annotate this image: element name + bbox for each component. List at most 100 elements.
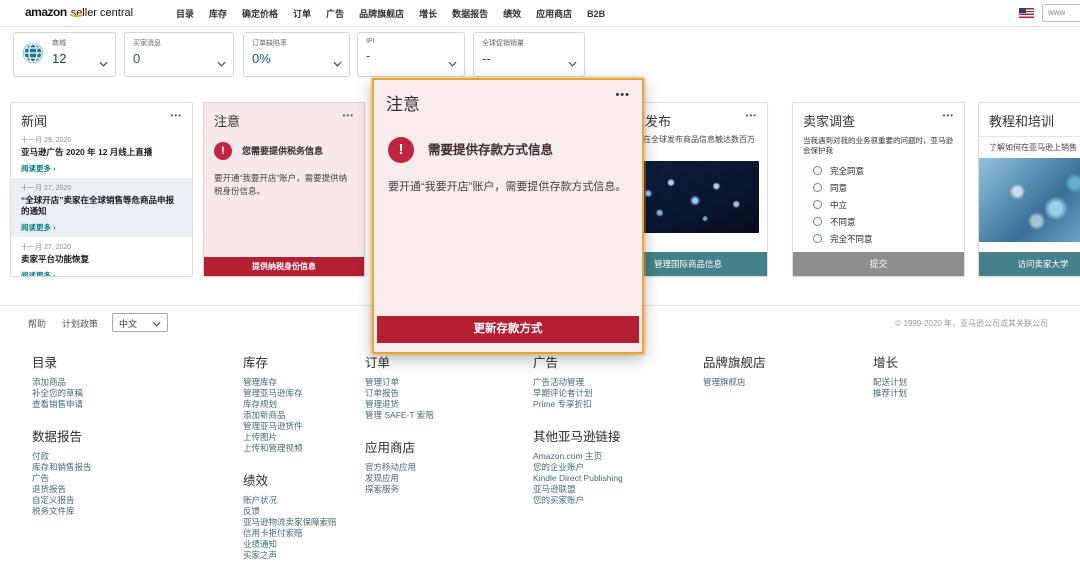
footer-link[interactable]: 付款: [32, 451, 212, 462]
footer-link[interactable]: 管理亚马逊货件: [243, 421, 373, 432]
news-title: 亚马逊广告 2020 年 12 月线上直播: [21, 147, 182, 158]
chevron-down-icon[interactable]: [217, 61, 226, 67]
footer-link[interactable]: 管理退货: [365, 399, 515, 410]
nav-item-appstore[interactable]: 应用商店: [536, 7, 572, 20]
footer-link[interactable]: Kindle Direct Publishing: [533, 473, 693, 484]
chevron-down-icon[interactable]: [568, 61, 577, 67]
footer-link[interactable]: 广告: [32, 473, 212, 484]
news-date: 十一月 27, 2020: [21, 242, 182, 252]
nav-item-inventory[interactable]: 库存: [209, 7, 227, 20]
read-more-link[interactable]: 阅读更多 ›: [21, 222, 56, 233]
kpi-tile-order-defect-rate[interactable]: 订单缺陷率 0%: [243, 32, 350, 77]
language-value: 中文: [119, 319, 137, 329]
help-link[interactable]: 帮助: [28, 317, 46, 330]
footer-link[interactable]: 推荐计划: [873, 388, 1003, 399]
survey-submit-button[interactable]: 提交: [793, 252, 964, 276]
footer-link[interactable]: 探索服务: [365, 484, 515, 495]
footer-link[interactable]: 信用卡拒付索赔: [243, 528, 373, 539]
footer-link[interactable]: 账户状况: [243, 495, 373, 506]
footer-link[interactable]: 早期评论者计划: [533, 388, 693, 399]
nav-item-advertising[interactable]: 广告: [326, 7, 344, 20]
nav-item-reports[interactable]: 数据报告: [452, 7, 488, 20]
amazon-logo[interactable]: amazon seller central: [25, 5, 133, 19]
footer-link[interactable]: 买家之声: [243, 550, 373, 561]
footer-link[interactable]: 补全您的草稿: [32, 388, 212, 399]
survey-option-strongly-disagree[interactable]: 完全不同意: [805, 230, 954, 247]
survey-option-neutral[interactable]: 中立: [805, 196, 954, 213]
footer-link[interactable]: 上传图片: [243, 432, 373, 443]
footer-link[interactable]: 管理旗舰店: [703, 377, 833, 388]
footer-group-title: 库存: [243, 352, 373, 371]
update-deposit-method-button[interactable]: 更新存款方式: [377, 316, 639, 343]
footer-link[interactable]: 添加新商品: [243, 410, 373, 421]
kpi-tile-global-sales[interactable]: 全球促销销量 --: [473, 32, 585, 77]
seller-survey-card: 卖家调查 ••• 当我遇到对我的业务很重要的问题时，亚马逊会保护我 完全同意 同…: [792, 102, 965, 277]
language-selector[interactable]: 中文: [112, 313, 168, 332]
footer-link[interactable]: 添加商品: [32, 377, 212, 388]
radio-icon[interactable]: [813, 183, 822, 192]
footer-link[interactable]: Amazon.com 主页: [533, 451, 693, 462]
marketplace-switcher[interactable]: www: [1042, 4, 1080, 22]
footer-link[interactable]: 管理库存: [243, 377, 373, 388]
nav-item-growth[interactable]: 增长: [419, 7, 437, 20]
card-title: 卖家调查: [803, 111, 855, 130]
kpi-tile-ipi[interactable]: IPI -: [357, 32, 465, 77]
survey-option-strongly-agree[interactable]: 完全同意: [805, 162, 954, 179]
kpi-tile-marketplaces[interactable]: 商城 12: [13, 32, 116, 77]
nav-item-performance[interactable]: 绩效: [503, 7, 521, 20]
footer-link[interactable]: 发现应用: [365, 473, 515, 484]
kpi-value: 0: [133, 51, 225, 66]
footer-link[interactable]: 库存规划: [243, 399, 373, 410]
footer-link[interactable]: 您的买家账户: [533, 495, 693, 506]
footer-link[interactable]: 管理亚马逊库存: [243, 388, 373, 399]
footer-link[interactable]: 亚马逊联盟: [533, 484, 693, 495]
footer-link[interactable]: 库存和销售报告: [32, 462, 212, 473]
nav-item-b2b[interactable]: B2B: [587, 9, 605, 19]
alert-heading: 您需要提供税务信息: [242, 145, 323, 157]
program-policies-link[interactable]: 计划政策: [62, 317, 98, 330]
footer-link[interactable]: Prime 专享折扣: [533, 399, 693, 410]
footer-link[interactable]: 退货报告: [32, 484, 212, 495]
read-more-link[interactable]: 阅读更多 ›: [21, 163, 56, 174]
kpi-tile-buyer-messages[interactable]: 买家消息 0: [124, 32, 234, 77]
chevron-down-icon[interactable]: [448, 61, 457, 67]
radio-icon[interactable]: [813, 217, 822, 226]
footer-link[interactable]: 业绩通知: [243, 539, 373, 550]
nav-item-pricing[interactable]: 确定价格: [242, 7, 278, 20]
read-more-link[interactable]: 阅读更多 ›: [21, 270, 56, 277]
footer-link[interactable]: 配送计划: [873, 377, 1003, 388]
nav-item-stores[interactable]: 品牌旗舰店: [359, 7, 404, 20]
footer-link[interactable]: 上传和管理视频: [243, 443, 373, 454]
radio-icon[interactable]: [813, 234, 822, 243]
kpi-value: -: [366, 48, 456, 63]
footer-link[interactable]: 官方移动应用: [365, 462, 515, 473]
footer-link[interactable]: 查看销售申请: [32, 399, 212, 410]
footer-link[interactable]: 反馈: [243, 506, 373, 517]
footer-link[interactable]: 订单报告: [365, 388, 515, 399]
nav-item-orders[interactable]: 订单: [293, 7, 311, 20]
alert-icon: !: [388, 137, 414, 163]
overflow-menu-icon[interactable]: •••: [615, 90, 630, 100]
footer-link[interactable]: 亚马逊物流卖家保障索赔: [243, 517, 373, 528]
footer-link[interactable]: 管理 SAFE-T 索赔: [365, 410, 515, 421]
overflow-menu-icon[interactable]: •••: [171, 111, 182, 121]
footer-link[interactable]: 管理订单: [365, 377, 515, 388]
radio-icon[interactable]: [813, 166, 822, 175]
footer-link[interactable]: 税务文件库: [32, 506, 212, 517]
amazon-smile-icon: [70, 13, 83, 17]
chevron-down-icon[interactable]: [99, 61, 108, 67]
survey-option-agree[interactable]: 同意: [805, 179, 954, 196]
survey-option-disagree[interactable]: 不同意: [805, 213, 954, 230]
overflow-menu-icon[interactable]: •••: [746, 111, 757, 121]
overflow-menu-icon[interactable]: •••: [343, 111, 354, 121]
footer-link[interactable]: 自定义报告: [32, 495, 212, 506]
footer-link[interactable]: 广告活动管理: [533, 377, 693, 388]
provide-tax-info-button[interactable]: 提供纳税身份信息: [204, 257, 364, 276]
footer-link[interactable]: 您的企业账户: [533, 462, 693, 473]
radio-icon[interactable]: [813, 200, 822, 209]
chevron-down-icon[interactable]: [333, 61, 342, 67]
visit-seller-university-button[interactable]: 访问卖家大学: [979, 252, 1080, 276]
nav-item-catalog[interactable]: 目录: [176, 7, 194, 20]
overflow-menu-icon[interactable]: •••: [943, 111, 954, 121]
footer-group-title: 其他亚马逊链接: [533, 426, 693, 445]
